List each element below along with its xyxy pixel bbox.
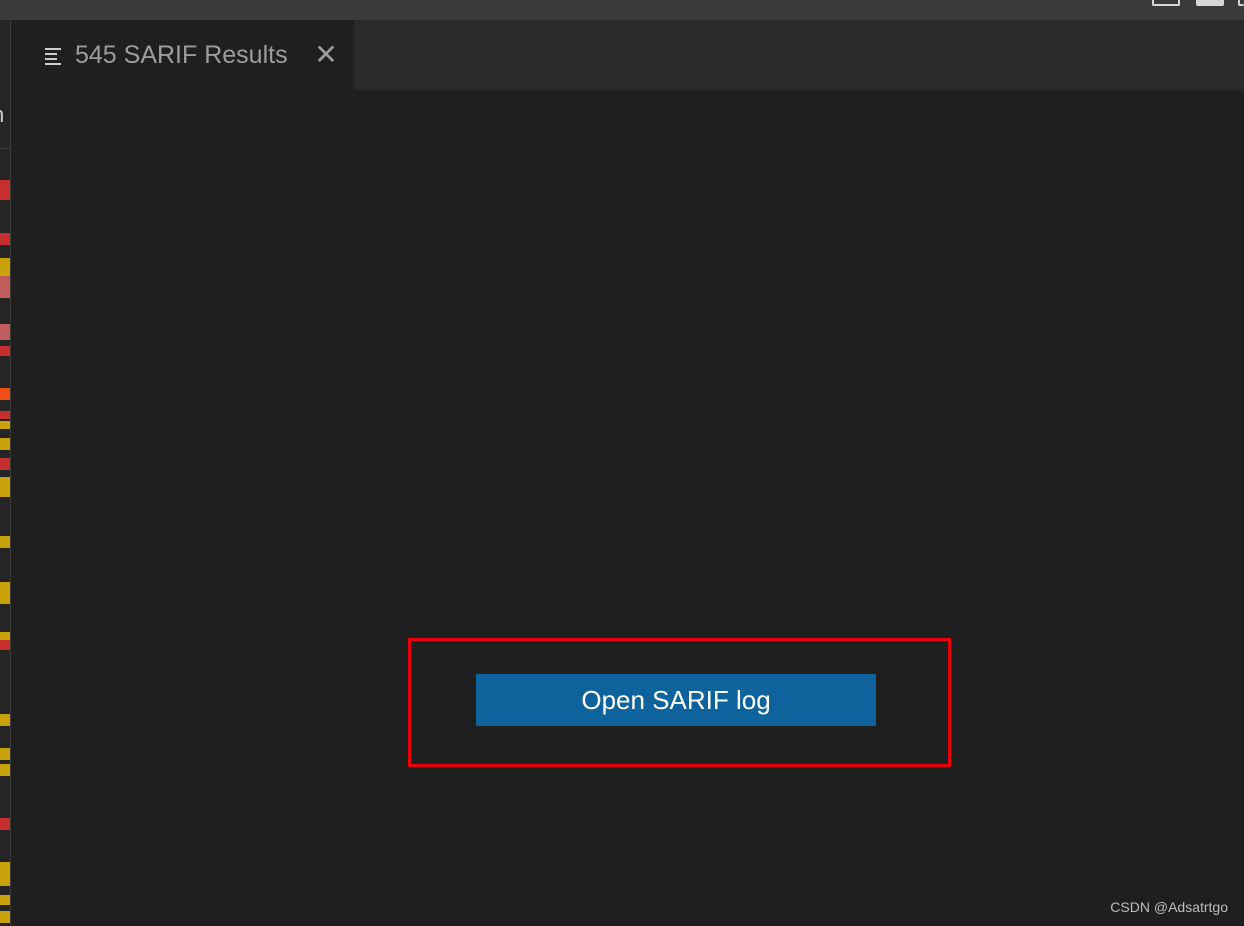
error-marker[interactable]: [0, 276, 10, 298]
vscode-window: n 545 SARIF Results ✕: [0, 0, 1244, 926]
tab-label: 545 SARIF Results: [75, 41, 288, 69]
warning-marker[interactable]: [0, 748, 10, 760]
watermark: CSDN @Adsatrtgo: [1110, 899, 1228, 915]
gutter-divider: [0, 148, 11, 149]
warning-marker[interactable]: [0, 714, 10, 726]
open-sarif-log-button[interactable]: Open SARIF log: [476, 674, 876, 726]
warning-marker[interactable]: [0, 582, 10, 604]
gutter-partial-text: n: [0, 102, 4, 128]
warning-marker[interactable]: [0, 862, 10, 886]
error-marker[interactable]: [0, 411, 10, 419]
sarif-viewer-panel: [12, 90, 1244, 926]
warning-marker[interactable]: [0, 895, 10, 905]
warning-marker[interactable]: [0, 632, 10, 640]
error-marker[interactable]: [0, 818, 10, 830]
error-marker[interactable]: [0, 346, 10, 356]
error-marker[interactable]: [0, 458, 10, 470]
toggle-sidebar-icon[interactable]: [1196, 0, 1224, 6]
error-marker[interactable]: [0, 233, 10, 245]
warning-marker[interactable]: [0, 258, 10, 276]
list-icon: [45, 46, 63, 65]
warning-marker[interactable]: [0, 477, 10, 497]
warning-marker[interactable]: [0, 536, 10, 548]
toggle-panel-icon[interactable]: [1152, 0, 1180, 6]
customize-layout-icon[interactable]: [1238, 0, 1244, 6]
warning-marker[interactable]: [0, 911, 10, 923]
overview-ruler[interactable]: n: [0, 20, 11, 926]
tab-sarif-results[interactable]: 545 SARIF Results ✕: [12, 20, 354, 90]
warning-marker[interactable]: [0, 438, 10, 450]
error-marker[interactable]: [0, 388, 10, 400]
warning-marker[interactable]: [0, 421, 10, 429]
close-icon[interactable]: ✕: [312, 40, 340, 70]
error-marker[interactable]: [0, 324, 10, 340]
error-marker[interactable]: [0, 640, 10, 650]
error-marker[interactable]: [0, 180, 10, 200]
warning-marker[interactable]: [0, 764, 10, 776]
title-bar: [0, 0, 1244, 20]
